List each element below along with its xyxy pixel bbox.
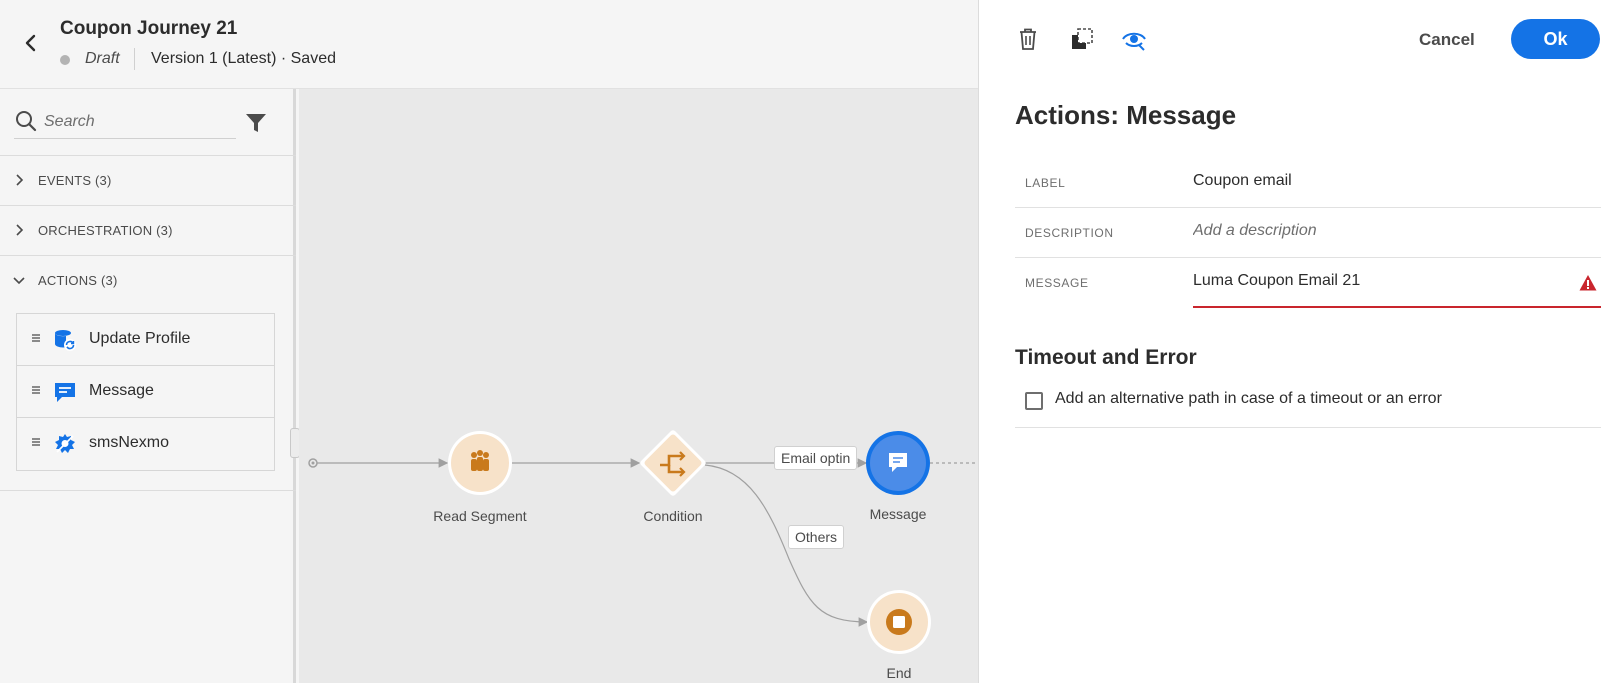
category-events[interactable]: EVENTS (3) <box>0 155 296 205</box>
action-item-smsnexmo[interactable]: smsNexmo <box>17 418 274 470</box>
action-label: smsNexmo <box>89 434 170 451</box>
journey-title: Coupon Journey 21 <box>60 18 238 39</box>
trash-icon <box>1020 28 1036 50</box>
category-label: ACTIONS (3) <box>38 273 118 288</box>
node-label: End <box>886 665 912 681</box>
end-icon <box>886 609 912 635</box>
action-item-message[interactable]: Message <box>17 366 274 418</box>
chevron-right-icon <box>16 174 24 186</box>
segment-icon <box>471 450 489 471</box>
category-label: EVENTS (3) <box>38 173 112 188</box>
search-input[interactable] <box>44 109 232 135</box>
ok-button[interactable]: Ok <box>1511 19 1600 59</box>
node-label: Condition <box>643 508 703 524</box>
status-dot <box>60 55 70 65</box>
drag-handle-icon <box>32 334 40 342</box>
journey-header: Coupon Journey 21 Draft Version 1 (Lates… <box>0 0 978 89</box>
chevron-down-icon <box>13 277 25 285</box>
timeout-checkbox[interactable] <box>1025 392 1043 410</box>
journey-canvas[interactable]: Read Segment Condition Message End Email… <box>299 89 978 683</box>
duplicate-button[interactable] <box>1069 26 1095 52</box>
search-field <box>14 107 236 139</box>
node-label: Message <box>869 506 927 522</box>
node-condition[interactable] <box>639 429 707 497</box>
custom-action-icon <box>55 434 75 453</box>
category-label: ORCHESTRATION (3) <box>38 223 173 238</box>
action-label: Update Profile <box>89 330 191 347</box>
action-item-update-profile[interactable]: Update Profile <box>17 314 274 366</box>
drag-handle-icon <box>32 438 40 446</box>
status-label: Draft <box>85 50 120 67</box>
field-label: DESCRIPTION <box>1025 226 1114 240</box>
message-icon <box>55 383 75 402</box>
alert-icon <box>1579 275 1597 291</box>
update-profile-icon <box>55 330 76 351</box>
delete-button[interactable] <box>1015 26 1041 52</box>
checkbox-label[interactable]: Add an alternative path in case of a tim… <box>1055 390 1442 408</box>
category-actions[interactable]: ACTIONS (3) <box>0 255 296 305</box>
filter-button[interactable] <box>244 111 268 135</box>
field-label: LABEL <box>1025 176 1066 190</box>
search-icon <box>16 111 37 132</box>
section-title-timeout: Timeout and Error <box>1015 346 1197 369</box>
category-orchestration[interactable]: ORCHESTRATION (3) <box>0 205 296 255</box>
node-label: Read Segment <box>433 508 527 524</box>
drag-handle-icon <box>32 386 40 394</box>
version-label: Version 1 (Latest) · Saved <box>151 50 336 67</box>
divider <box>134 48 135 70</box>
description-input[interactable] <box>1193 222 1593 240</box>
divider <box>0 490 296 491</box>
node-read-segment[interactable] <box>448 431 512 495</box>
action-label: Message <box>89 382 154 399</box>
chevron-left-icon <box>25 34 36 52</box>
preview-button[interactable] <box>1121 26 1147 52</box>
actions-list: Update Profile Message smsNexmo <box>16 313 275 471</box>
description-field-row: DESCRIPTION <box>1015 208 1601 258</box>
message-picker[interactable] <box>1193 272 1593 290</box>
back-button[interactable] <box>20 32 42 54</box>
activity-palette: EVENTS (3) ORCHESTRATION (3) ACTIONS (3)… <box>0 89 296 683</box>
node-end[interactable] <box>867 590 931 654</box>
filter-icon <box>246 114 266 132</box>
duplicate-icon <box>1072 28 1093 49</box>
activity-properties-panel: Cancel Ok Actions: Message LABEL DESCRIP… <box>978 0 1624 683</box>
field-label: MESSAGE <box>1025 276 1089 290</box>
eye-icon <box>1122 32 1146 51</box>
label-input[interactable] <box>1193 172 1593 190</box>
edge-label-email-optin[interactable]: Email optin <box>774 446 858 470</box>
node-message[interactable] <box>866 431 930 495</box>
edge-label-others[interactable]: Others <box>788 525 845 549</box>
message-field-row: MESSAGE <box>1015 258 1601 308</box>
panel-title: Actions: Message <box>1015 100 1237 130</box>
label-field-row: LABEL <box>1015 158 1601 208</box>
chevron-right-icon <box>16 224 24 236</box>
timeout-option-row: Add an alternative path in case of a tim… <box>1015 388 1601 428</box>
journey-graph <box>308 429 978 654</box>
error-underline <box>1193 306 1601 308</box>
cancel-button[interactable]: Cancel <box>1411 24 1483 56</box>
